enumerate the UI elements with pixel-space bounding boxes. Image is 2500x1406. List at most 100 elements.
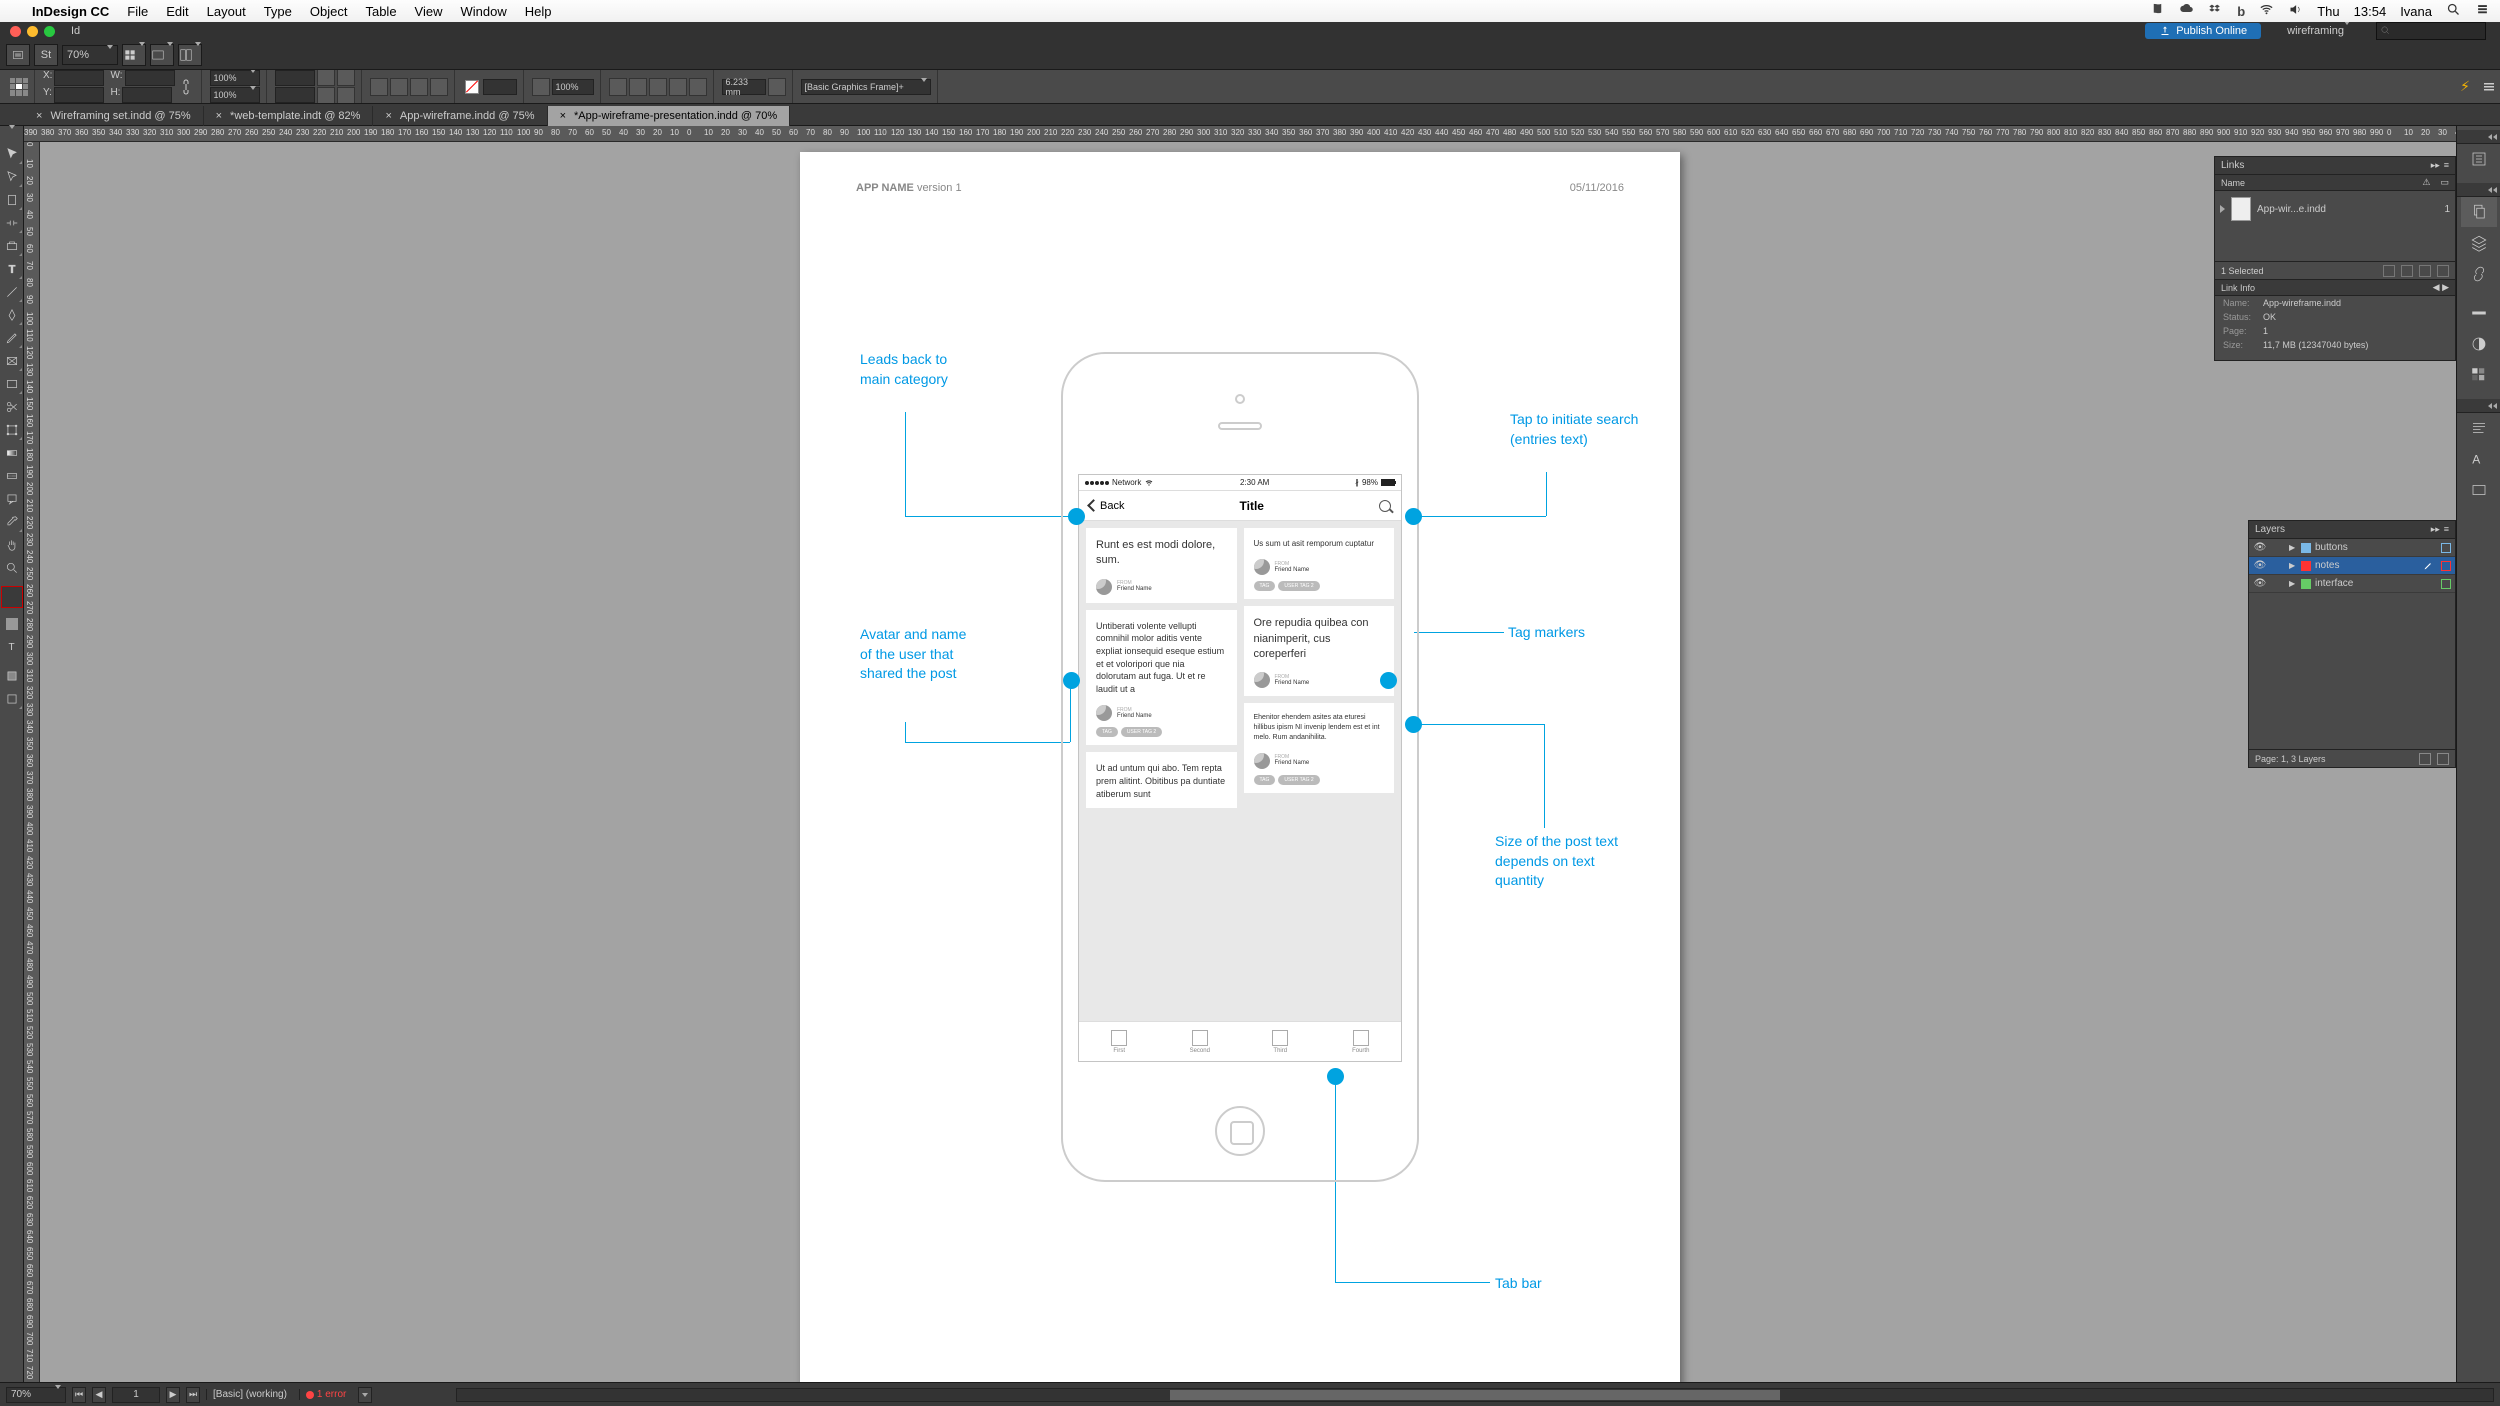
stroke-weight-field[interactable] <box>483 79 517 95</box>
menu-view[interactable]: View <box>415 4 443 19</box>
fill-stroke-proxy[interactable] <box>1 586 23 608</box>
layer-name[interactable]: buttons <box>2315 542 2348 553</box>
tab-item[interactable]: Fourth <box>1321 1022 1402 1061</box>
rectangle-frame-tool[interactable] <box>1 350 23 372</box>
menu-type[interactable]: Type <box>264 4 292 19</box>
menuextra-spotlight-icon[interactable] <box>2446 2 2461 20</box>
layer-row[interactable]: 👁 ▶ buttons <box>2249 539 2455 557</box>
links-column-name[interactable]: Name <box>2221 178 2245 188</box>
layer-selection-proxy[interactable] <box>2441 561 2451 571</box>
scale-x-field[interactable]: 100% <box>210 70 260 86</box>
gap-tool[interactable] <box>1 212 23 234</box>
tag-chip[interactable]: TAG <box>1254 775 1276 785</box>
corner-size-field[interactable]: 6.233 mm <box>722 79 766 95</box>
quick-apply-icon[interactable]: ⚡︎ <box>2450 78 2480 95</box>
text-wrap-column-button[interactable] <box>689 78 707 96</box>
corner-options-button[interactable] <box>768 78 786 96</box>
menu-object[interactable]: Object <box>310 4 348 19</box>
link-info-nav[interactable]: ◀ ▶ <box>2433 282 2449 293</box>
horizontal-ruler[interactable]: 3903803703603503403303203103002902802702… <box>24 126 2456 142</box>
eyedropper-tool[interactable] <box>1 511 23 533</box>
delete-layer-button[interactable] <box>2437 753 2449 765</box>
post-card[interactable]: Runt es est modi dolore, sum. FROMFriend… <box>1086 528 1237 603</box>
zoom-tool[interactable] <box>1 557 23 579</box>
text-wrap-bbox-button[interactable] <box>629 78 647 96</box>
character-styles-panel-icon[interactable]: A <box>2461 444 2497 474</box>
height-field[interactable] <box>122 87 172 103</box>
menuextra-beats-icon[interactable]: b <box>2237 4 2245 19</box>
panel-collapse-icon[interactable]: ▸▸ <box>2431 160 2440 171</box>
paragraph-styles-panel-icon[interactable] <box>2461 413 2497 443</box>
expand-panels-icon[interactable] <box>2457 183 2500 197</box>
width-field[interactable] <box>125 70 175 86</box>
free-transform-tool[interactable] <box>1 419 23 441</box>
document-tab[interactable]: ×*web-template.indt @ 82% <box>204 106 374 126</box>
zoom-window-button[interactable] <box>44 26 55 37</box>
preflight-errors[interactable]: 1 error <box>299 1389 352 1400</box>
document-page[interactable]: APP NAME version 1 05/11/2016 Leads back… <box>800 152 1680 1382</box>
select-next-button[interactable] <box>430 78 448 96</box>
pasteboard[interactable]: APP NAME version 1 05/11/2016 Leads back… <box>40 142 2456 1382</box>
note-tool[interactable] <box>1 488 23 510</box>
link-row[interactable]: App-wir...e.indd 1 <box>2218 194 2452 224</box>
document-tab[interactable]: ×Wireframing set.indd @ 75% <box>24 106 204 126</box>
pen-tool[interactable] <box>1 304 23 326</box>
rotation-field[interactable] <box>275 70 315 86</box>
expand-panels-icon[interactable] <box>2457 399 2500 413</box>
page-field[interactable]: 1 <box>112 1387 160 1403</box>
menuextra-cloud-icon[interactable] <box>2179 2 2194 20</box>
new-layer-button[interactable] <box>2419 753 2431 765</box>
apply-color-button[interactable] <box>1 613 23 635</box>
tab-item[interactable]: First <box>1079 1022 1160 1061</box>
gradient-swatch-tool[interactable] <box>1 442 23 464</box>
panel-tab-layers[interactable]: Layers <box>2255 524 2285 535</box>
next-page-button[interactable]: ▶ <box>166 1387 180 1403</box>
scissors-tool[interactable] <box>1 396 23 418</box>
search-icon[interactable] <box>1379 500 1391 512</box>
menuextra-volume-icon[interactable] <box>2288 2 2303 20</box>
stock-button[interactable]: St <box>34 44 58 66</box>
rectangle-tool[interactable] <box>1 373 23 395</box>
selection-tool[interactable] <box>1 143 23 165</box>
publish-online-button[interactable]: Publish Online <box>2145 23 2261 39</box>
menu-file[interactable]: File <box>127 4 148 19</box>
menuextra-user[interactable]: Ivana <box>2400 4 2432 19</box>
zoom-level-field[interactable]: 70% <box>62 45 118 65</box>
post-card[interactable]: Untiberati volente vellupti comnihil mol… <box>1086 610 1237 746</box>
panel-collapse-icon[interactable]: ▸▸ <box>2431 524 2440 535</box>
color-panel-icon[interactable] <box>2461 329 2497 359</box>
cc-libraries-panel-icon[interactable] <box>2461 144 2497 174</box>
content-collector-tool[interactable] <box>1 235 23 257</box>
close-window-button[interactable] <box>10 26 21 37</box>
panel-tab-links[interactable]: Links <box>2221 160 2244 171</box>
control-panel-menu-icon[interactable] <box>2482 73 2496 101</box>
tag-chip[interactable]: USER TAG 2 <box>1278 775 1319 785</box>
links-panel-icon[interactable] <box>2461 259 2497 289</box>
page-tool[interactable] <box>1 189 23 211</box>
document-tab[interactable]: ×App-wireframe.indd @ 75% <box>373 106 547 126</box>
layer-name[interactable]: interface <box>2315 578 2353 589</box>
layer-selection-proxy[interactable] <box>2441 579 2451 589</box>
swatches-panel-icon[interactable] <box>2461 360 2497 390</box>
line-tool[interactable] <box>1 281 23 303</box>
view-options-button[interactable] <box>122 44 146 66</box>
panel-menu-icon[interactable]: ≡ <box>2444 160 2449 171</box>
menuextra-evernote-icon[interactable] <box>2150 2 2165 20</box>
select-content-button[interactable] <box>390 78 408 96</box>
links-column-status-icon[interactable]: ⚠ <box>2422 177 2430 188</box>
search-field[interactable] <box>2376 22 2486 40</box>
flip-h-button[interactable] <box>337 70 355 86</box>
close-tab-icon[interactable]: × <box>36 110 42 122</box>
links-column-page-icon[interactable]: ▭ <box>2440 177 2449 188</box>
layers-panel[interactable]: Layers▸▸≡ 👁▶buttons 👁▶notes 👁▶interface … <box>2248 520 2456 768</box>
vertical-ruler[interactable]: 0102030405060708090100110120130140150160… <box>24 142 40 1382</box>
disclosure-icon[interactable]: ▶ <box>2289 543 2297 552</box>
preview-mode-button[interactable] <box>1 688 23 710</box>
reference-point-proxy[interactable] <box>10 78 28 96</box>
visibility-icon[interactable]: 👁 <box>2253 541 2267 555</box>
menuextra-notifications-icon[interactable] <box>2475 2 2490 20</box>
tools-panel-collapse-icon[interactable] <box>1 130 23 142</box>
direct-selection-tool[interactable] <box>1 166 23 188</box>
constrain-proportions-icon[interactable] <box>177 78 195 96</box>
text-wrap-shape-button[interactable] <box>649 78 667 96</box>
